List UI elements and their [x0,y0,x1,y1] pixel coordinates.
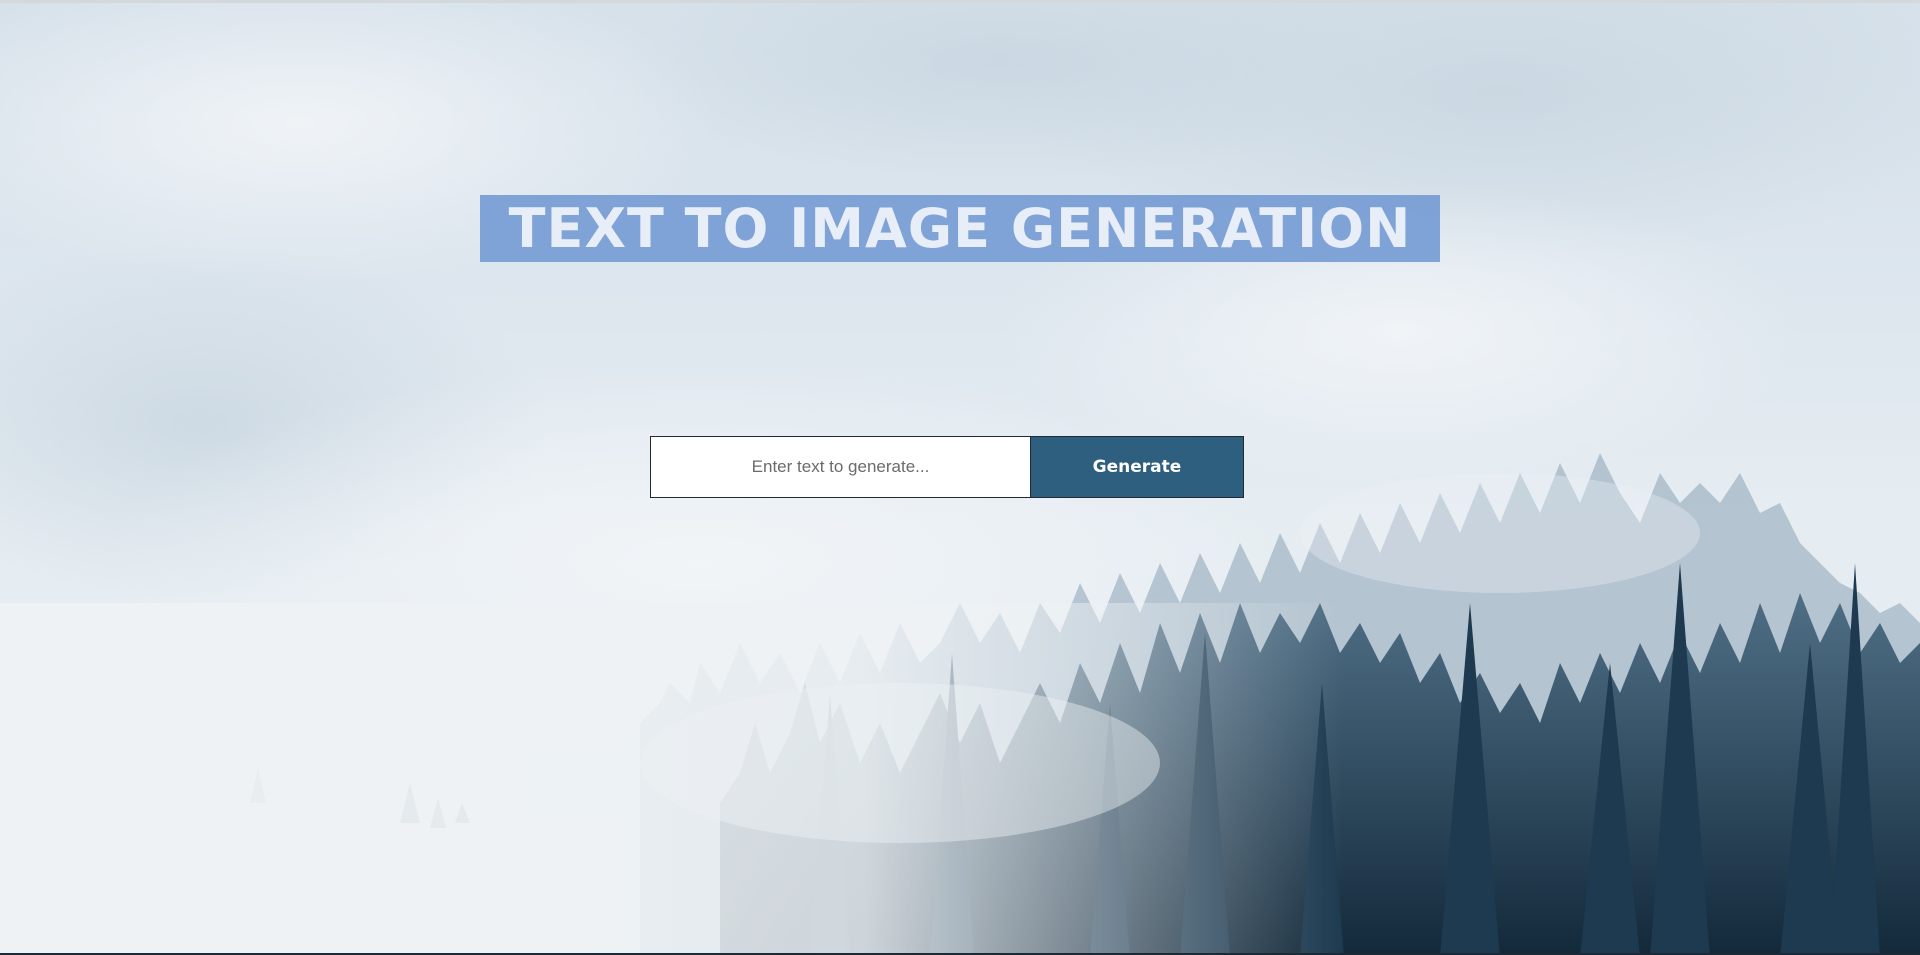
generate-button[interactable]: Generate [1030,436,1244,498]
title-banner: TEXT TO IMAGE GENERATION [480,195,1440,262]
prompt-input[interactable] [650,436,1030,498]
page: TEXT TO IMAGE GENERATION Generate [0,0,1920,955]
generate-form: Generate [650,436,1244,498]
page-title: TEXT TO IMAGE GENERATION [508,196,1412,260]
